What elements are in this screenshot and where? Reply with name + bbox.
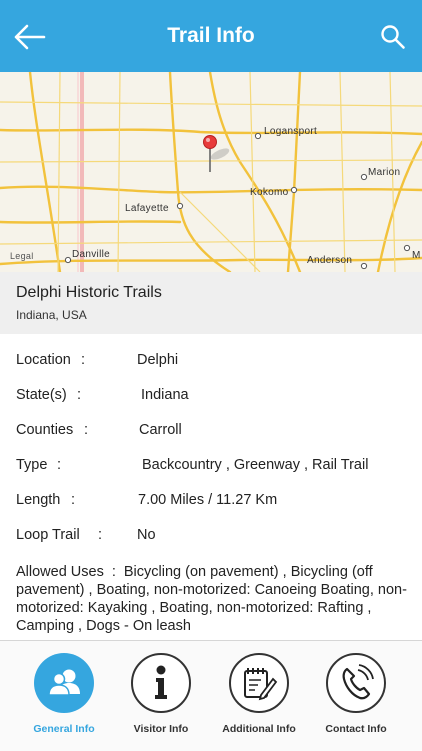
trail-map[interactable]: Logansport Marion Kokomo Lafayette Danvi… [0,72,422,272]
detail-label: Allowed Uses [16,564,104,580]
visitor-info-button[interactable] [131,653,191,713]
tab-label: Additional Info [222,723,296,735]
detail-row-length: Length : 7.00 Miles / 11.27 Km [16,492,277,508]
trail-region: Indiana, USA [16,308,87,322]
map-pin-icon[interactable] [200,132,236,178]
general-info-button[interactable] [34,653,94,713]
tab-contact-info[interactable]: Contact Info [311,653,401,735]
map-label: Logansport [264,126,318,137]
map-label: Lafayette [125,203,169,214]
tab-label: Visitor Info [133,723,189,735]
additional-info-button[interactable] [229,653,289,713]
detail-value: No [137,527,156,543]
detail-value: Carroll [139,422,182,438]
map-label: Danville [72,249,110,260]
detail-row-location: Location : Delphi [16,352,178,368]
map-label: Marion [368,167,401,178]
detail-label: Type [16,457,48,473]
detail-label: Loop Trail [16,527,80,543]
map-legal-link[interactable]: Legal [10,251,34,261]
tab-additional-info[interactable]: Additional Info [214,653,304,735]
detail-label: Counties [16,422,74,438]
search-icon[interactable] [380,24,406,50]
detail-separator: : [57,457,62,473]
detail-row-state: State(s) : Indiana [16,387,189,403]
detail-label: State(s) [16,387,67,403]
detail-separator: : [111,564,116,580]
trail-details: Location : Delphi State(s) : Indiana Cou… [0,334,422,640]
tab-visitor-info[interactable]: Visitor Info [116,653,206,735]
top-app-bar: Trail Info [0,0,422,72]
users-icon [48,669,80,696]
map-label: M [412,250,421,261]
trail-summary: Delphi Historic Trails Indiana, USA [0,272,422,334]
detail-separator: : [71,492,76,508]
info-icon [155,665,167,699]
detail-separator: : [77,387,82,403]
detail-separator: : [84,422,89,438]
detail-separator: : [98,527,103,543]
map-label: Anderson [307,255,353,266]
detail-value: Delphi [137,352,179,368]
detail-row-type: Type : Backcountry , Greenway , Rail Tra… [16,457,368,473]
notes-edit-icon [244,668,278,701]
detail-row-loop: Loop Trail : No [16,527,156,543]
tab-label: General Info [33,723,95,735]
map-label: Kokomo [250,187,289,198]
detail-value: Indiana [141,387,189,403]
detail-label: Length [16,492,61,508]
bottom-tab-bar: General Info Visitor Info Additional Inf… [0,640,422,751]
detail-value: Backcountry , Greenway , Rail Trail [142,457,369,473]
page-title: Trail Info [167,24,255,47]
detail-label: Location [16,352,71,368]
tab-label: Contact Info [325,723,387,735]
detail-row-counties: Counties : Carroll [16,422,182,438]
phone-icon [342,664,374,700]
detail-value: 7.00 Miles / 11.27 Km [138,492,278,508]
tab-general-info[interactable]: General Info [19,653,109,735]
trail-name: Delphi Historic Trails [16,284,162,301]
detail-row-allowed-uses: Allowed Uses: Bicycling (on pavement) , B… [16,563,410,635]
detail-separator: : [81,352,86,368]
contact-info-button[interactable] [326,653,386,713]
